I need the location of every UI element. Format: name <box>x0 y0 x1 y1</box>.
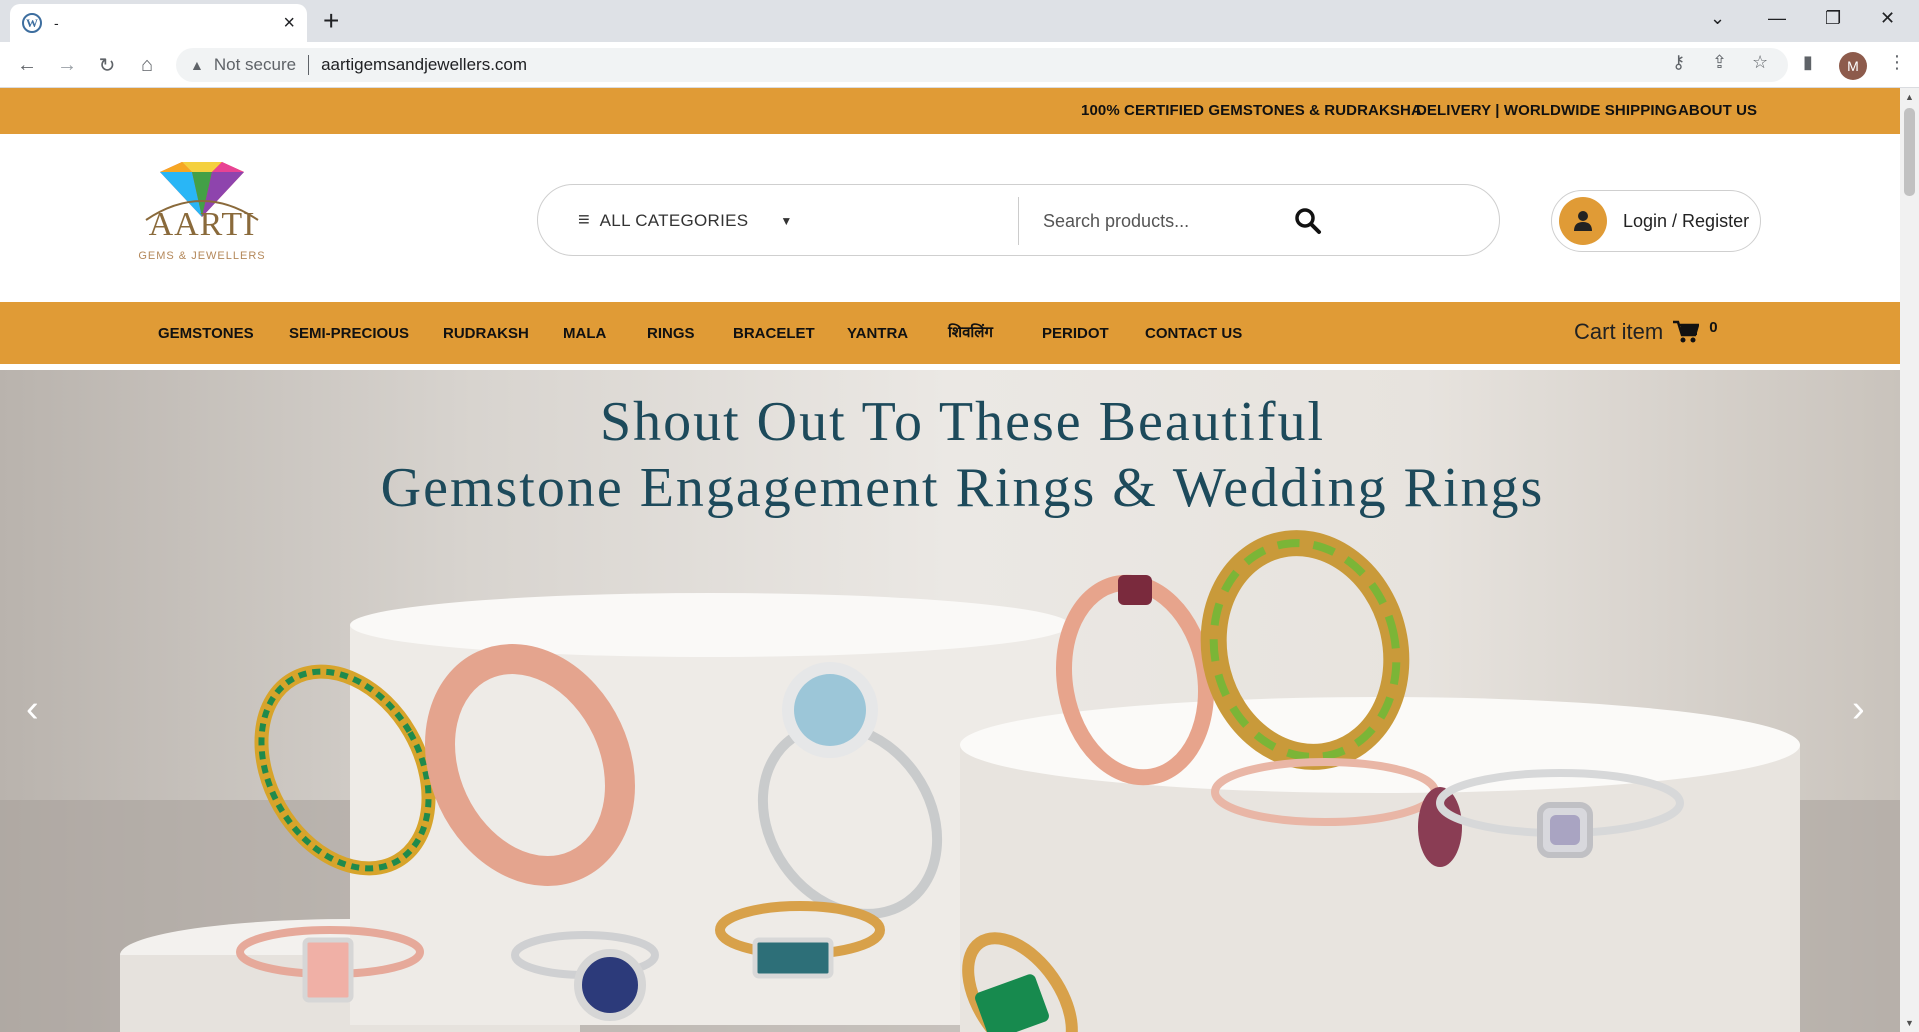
security-label[interactable]: Not secure <box>214 55 296 75</box>
page-scrollbar[interactable]: ▲ ▼ <box>1900 88 1919 1032</box>
search-icon[interactable] <box>1294 207 1322 235</box>
hamburger-icon: ≡ <box>578 209 590 231</box>
logo-wordmark: AARTI <box>148 206 256 243</box>
nav-item-semi-precious[interactable]: SEMI-PRECIOUS <box>289 325 409 342</box>
nav-item-bracelet[interactable]: BRACELET <box>733 325 815 342</box>
browser-tab[interactable]: W - × <box>10 4 307 42</box>
scroll-up-icon[interactable]: ▲ <box>1905 92 1914 102</box>
hero-slider: Shout Out To These Beautiful Gemstone En… <box>0 370 1900 1032</box>
cart-button[interactable]: Cart item 0 <box>1574 319 1718 345</box>
share-icon[interactable]: ⇪ <box>1712 52 1727 73</box>
web-page: 100% CERTIFIED GEMSTONES & RUDRAKSHA DEL… <box>0 88 1900 1032</box>
minimize-icon[interactable]: — <box>1768 8 1786 29</box>
window-close-icon[interactable]: ✕ <box>1880 8 1895 29</box>
search-input[interactable] <box>1043 205 1283 237</box>
nav-item-rings[interactable]: RINGS <box>647 325 695 342</box>
key-icon[interactable]: ⚷ <box>1672 52 1685 73</box>
nav-item-peridot[interactable]: PERIDOT <box>1042 325 1109 342</box>
profile-avatar[interactable]: M <box>1839 52 1867 80</box>
search-divider <box>1018 197 1019 245</box>
slider-prev-icon[interactable]: ‹ <box>26 688 39 731</box>
browser-menu-icon[interactable]: ⋮ <box>1888 52 1906 73</box>
cart-count-badge: 0 <box>1709 318 1718 336</box>
nav-item-contact-us[interactable]: CONTACT US <box>1145 325 1242 342</box>
site-logo[interactable]: AARTI GEMS & JEWELLERS <box>132 162 272 272</box>
back-icon[interactable]: ← <box>14 52 40 78</box>
topbar-link-about[interactable]: ABOUT US <box>1678 102 1757 119</box>
site-header: AARTI GEMS & JEWELLERS ≡ ALL CATEGORIES … <box>0 134 1900 302</box>
tab-close-icon[interactable]: × <box>283 13 295 33</box>
slider-next-icon[interactable]: › <box>1852 688 1865 731</box>
omnibox-separator <box>308 55 310 75</box>
tab-title: - <box>54 15 59 31</box>
tab-search-icon[interactable]: ⌄ <box>1710 8 1725 29</box>
topbar-link-delivery[interactable]: DELIVERY | WORLDWIDE SHIPPING <box>1416 102 1677 119</box>
bookmark-star-icon[interactable]: ☆ <box>1752 52 1768 73</box>
side-panel-icon[interactable]: ▮ <box>1803 52 1813 73</box>
new-tab-button[interactable]: + <box>323 6 339 36</box>
wordpress-favicon-icon: W <box>22 13 42 33</box>
nav-item-gemstones[interactable]: GEMSTONES <box>158 325 254 342</box>
nav-item-rudraksh[interactable]: RUDRAKSH <box>443 325 529 342</box>
logo-tagline: GEMS & JEWELLERS <box>138 250 266 262</box>
user-icon <box>1559 197 1607 245</box>
categories-label: ALL CATEGORIES <box>599 210 749 230</box>
top-info-bar: 100% CERTIFIED GEMSTONES & RUDRAKSHA DEL… <box>0 88 1900 134</box>
scrollbar-thumb[interactable] <box>1904 108 1915 196</box>
warning-icon[interactable]: ▲ <box>190 57 204 73</box>
login-register-button[interactable]: Login / Register <box>1551 190 1761 252</box>
nav-item-shivling[interactable]: शिवलिंग <box>948 322 993 342</box>
forward-icon[interactable]: → <box>54 52 80 78</box>
hero-title-line2: Gemstone Engagement Rings & Wedding Ring… <box>380 457 1545 519</box>
reload-icon[interactable]: ↻ <box>94 52 120 78</box>
nav-item-mala[interactable]: MALA <box>563 325 606 342</box>
address-bar[interactable]: ▲ Not secure aartigemsandjewellers.com <box>176 48 1788 82</box>
caret-down-icon: ▼ <box>780 213 793 228</box>
cart-label: Cart item <box>1574 319 1664 344</box>
url-text[interactable]: aartigemsandjewellers.com <box>321 55 527 75</box>
home-icon[interactable]: ⌂ <box>134 52 160 78</box>
hero-title-line1: Shout Out To These Beautiful <box>599 391 1326 453</box>
scroll-down-icon[interactable]: ▼ <box>1905 1018 1914 1028</box>
browser-toolbar: ← → ↻ ⌂ ▲ Not secure aartigemsandjewelle… <box>0 42 1919 88</box>
shopping-cart-icon <box>1673 320 1700 343</box>
topbar-link-certified[interactable]: 100% CERTIFIED GEMSTONES & RUDRAKSHA <box>1081 102 1422 119</box>
login-label: Login / Register <box>1623 210 1750 231</box>
browser-tab-strip: W - × + ⌄ — ❐ ✕ <box>0 0 1919 42</box>
categories-dropdown[interactable]: ≡ ALL CATEGORIES ▼ <box>578 209 792 232</box>
restore-icon[interactable]: ❐ <box>1825 8 1841 29</box>
product-search-bar: ≡ ALL CATEGORIES ▼ <box>537 184 1500 256</box>
main-navigation: GEMSTONES SEMI-PRECIOUS RUDRAKSH MALA RI… <box>0 302 1900 364</box>
nav-item-yantra[interactable]: YANTRA <box>847 325 908 342</box>
